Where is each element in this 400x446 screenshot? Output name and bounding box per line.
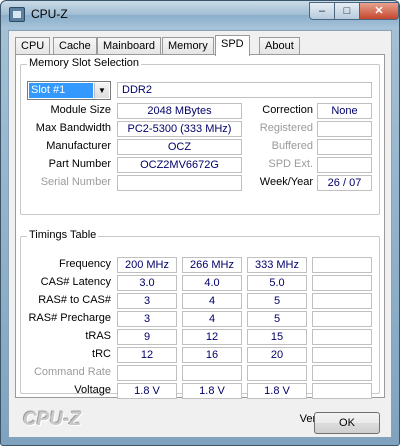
chevron-down-icon[interactable]: ▼ <box>94 83 109 98</box>
timing-cell <box>312 329 372 345</box>
buffered-field <box>317 139 372 155</box>
timing-cell: 5 <box>247 311 307 327</box>
correction-field: None <box>317 103 372 119</box>
timings-group-title: Timings Table <box>27 229 99 241</box>
module-size-field: 2048 MBytes <box>117 103 242 119</box>
correction-label: Correction <box>262 104 313 116</box>
timing-row-label: tRC <box>92 348 111 360</box>
timing-cell: 266 MHz <box>182 257 242 273</box>
timing-cell <box>312 293 372 309</box>
timing-cell <box>312 257 372 273</box>
tab-memory[interactable]: Memory <box>162 37 214 55</box>
tab-mainboard[interactable]: Mainboard <box>97 37 161 55</box>
timing-row-label: Frequency <box>59 258 111 270</box>
timing-cell: 12 <box>182 329 242 345</box>
timing-row-label: Voltage <box>74 384 111 396</box>
window-title: CPU-Z <box>31 7 68 21</box>
close-button[interactable]: ✕ <box>359 2 399 20</box>
module-size-label: Module Size <box>50 104 111 116</box>
timing-cell: 16 <box>182 347 242 363</box>
slot-select-value: Slot #1 <box>29 83 93 98</box>
timing-cell: 12 <box>117 347 177 363</box>
week-year-label: Week/Year <box>259 176 313 188</box>
part-number-field: OCZ2MV6672G <box>117 157 242 173</box>
tab-strip: CPU Cache Mainboard Memory SPD About <box>15 35 385 56</box>
timing-cell: 1.8 V <box>247 383 307 399</box>
tab-about[interactable]: About <box>259 37 300 55</box>
timing-row-label: CAS# Latency <box>40 276 111 288</box>
timing-cell: 15 <box>247 329 307 345</box>
cpuz-app-icon <box>9 7 25 22</box>
memory-type-field: DDR2 <box>117 82 372 98</box>
timing-cell: 1.8 V <box>182 383 242 399</box>
timing-cell: 3.0 <box>117 275 177 291</box>
spd-ext-label: SPD Ext. <box>268 158 313 170</box>
part-number-label: Part Number <box>48 158 111 170</box>
timing-cell: 3 <box>117 311 177 327</box>
buffered-label: Buffered <box>271 140 313 152</box>
spd-ext-field <box>317 157 372 173</box>
timing-cell <box>312 383 372 399</box>
timing-cell: 1.8 V <box>117 383 177 399</box>
ok-button[interactable]: OK <box>314 412 380 434</box>
tab-cpu[interactable]: CPU <box>15 37 51 55</box>
manufacturer-label: Manufacturer <box>46 140 111 152</box>
timing-row-label: Command Rate <box>33 366 111 378</box>
week-year-field: 26 / 07 <box>317 175 372 191</box>
timing-cell: 5 <box>247 293 307 309</box>
timing-cell <box>247 365 307 381</box>
cpuz-window: CPU-Z – □ ✕ CPU Cache Mainboard Memory S… <box>0 0 400 446</box>
slot-select[interactable]: Slot #1 ▼ <box>27 81 111 100</box>
client-area: CPU Cache Mainboard Memory SPD About Mem… <box>8 30 392 438</box>
manufacturer-field: OCZ <box>117 139 242 155</box>
tab-spd[interactable]: SPD <box>215 35 250 56</box>
title-bar[interactable]: CPU-Z – □ ✕ <box>1 1 399 29</box>
timing-cell: 200 MHz <box>117 257 177 273</box>
memory-slot-group: Memory Slot Selection Slot #1 ▼ DDR2 Mod… <box>20 57 380 215</box>
tab-cache[interactable]: Cache <box>53 37 97 55</box>
timing-cell <box>117 365 177 381</box>
timing-cell <box>182 365 242 381</box>
max-bandwidth-label: Max Bandwidth <box>35 122 111 134</box>
timing-cell <box>312 311 372 327</box>
max-bandwidth-field: PC2-5300 (333 MHz) <box>117 121 242 137</box>
timing-row-label: tRAS <box>85 330 111 342</box>
memory-slot-group-title: Memory Slot Selection <box>27 57 142 69</box>
timing-row-label: RAS# Precharge <box>28 312 111 324</box>
timing-cell: 333 MHz <box>247 257 307 273</box>
timing-cell <box>312 347 372 363</box>
timing-cell: 20 <box>247 347 307 363</box>
timing-cell <box>312 275 372 291</box>
timing-cell: 4 <box>182 311 242 327</box>
timing-cell: 5.0 <box>247 275 307 291</box>
timing-row-label: RAS# to CAS# <box>38 294 111 306</box>
registered-label: Registered <box>259 122 313 134</box>
timing-cell: 4 <box>182 293 242 309</box>
cpuz-logo: CPU-Z <box>23 409 82 430</box>
minimize-button[interactable]: – <box>309 2 335 20</box>
timing-cell: 4.0 <box>182 275 242 291</box>
timing-cell <box>312 365 372 381</box>
serial-number-label: Serial Number <box>40 176 111 188</box>
registered-field <box>317 121 372 137</box>
timing-cell: 9 <box>117 329 177 345</box>
maximize-button[interactable]: □ <box>334 2 360 20</box>
timing-cell: 3 <box>117 293 177 309</box>
timings-group: Timings Table Frequency 200 MHz 266 MHz 333… <box>20 229 380 399</box>
spd-panel: Memory Slot Selection Slot #1 ▼ DDR2 Mod… <box>15 54 385 425</box>
serial-number-field <box>117 175 242 191</box>
